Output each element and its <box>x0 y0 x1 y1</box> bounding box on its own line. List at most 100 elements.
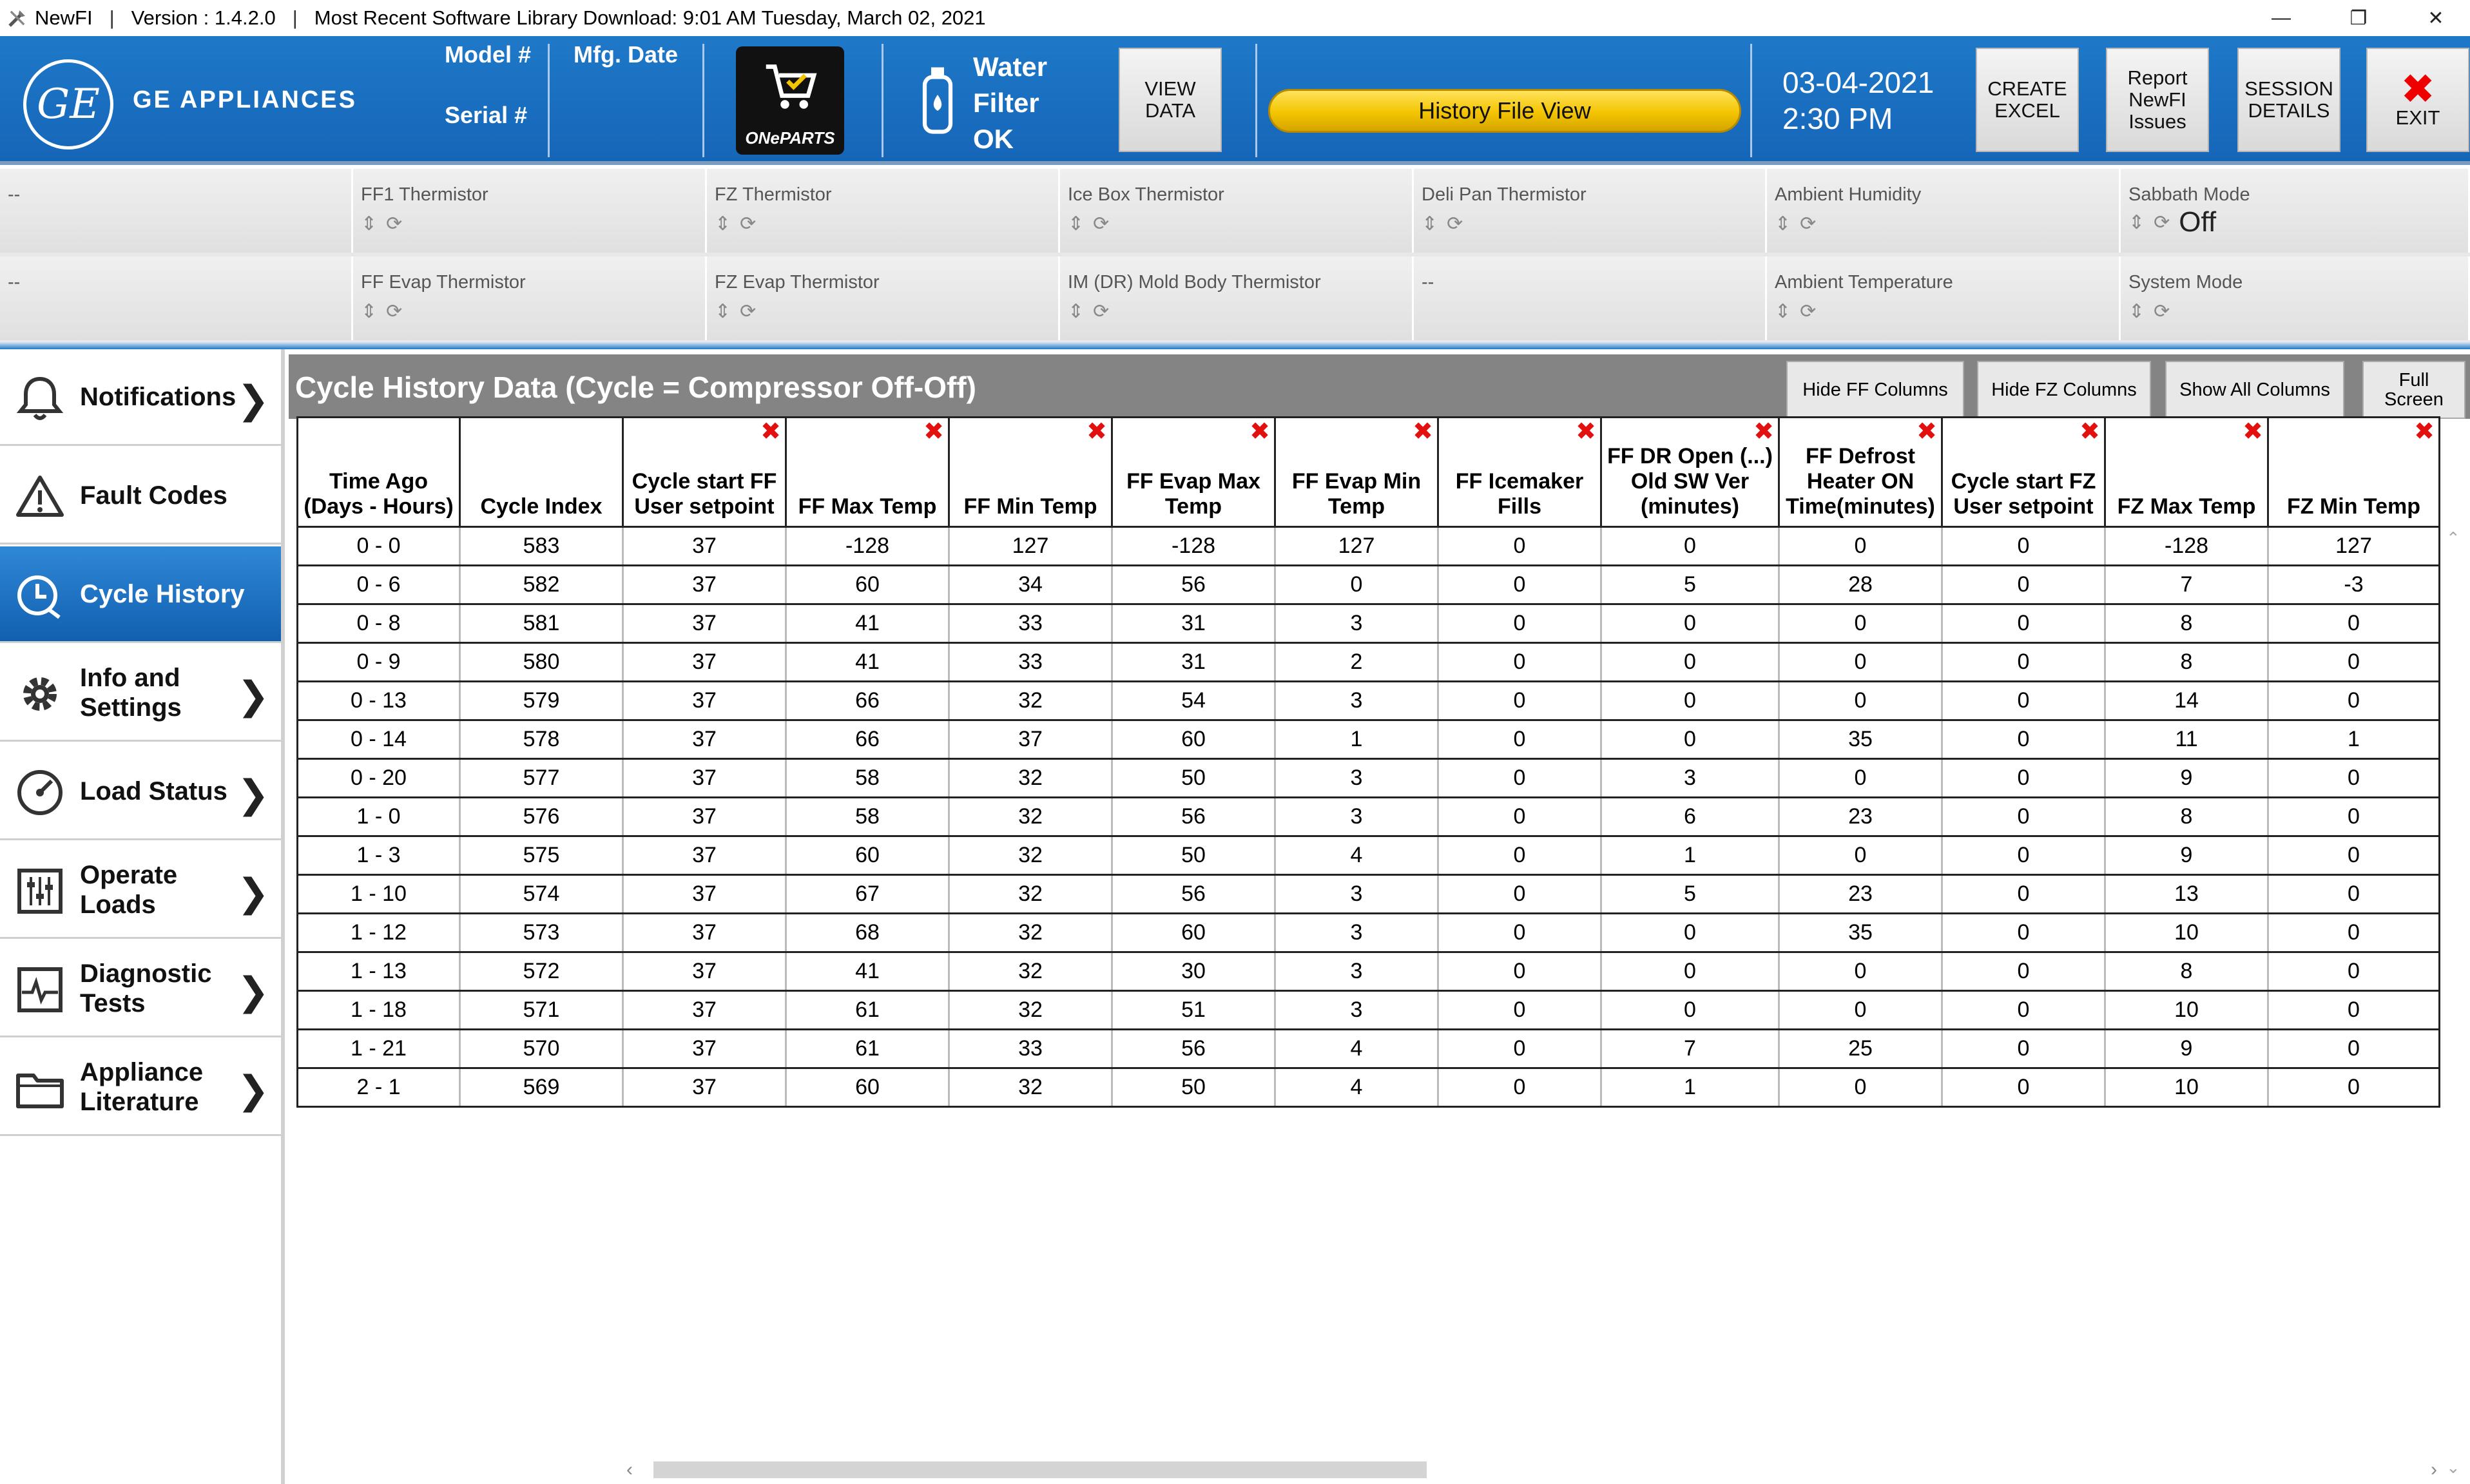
table-cell: 32 <box>948 1067 1113 1108</box>
table-cell: 50 <box>1111 1067 1276 1108</box>
up-down-arrows-icon[interactable]: ⇕ <box>715 213 731 235</box>
remove-column-icon[interactable]: ✖ <box>923 419 944 444</box>
table-cell: 0 - 0 <box>296 526 461 566</box>
table-cell: 3 <box>1274 796 1439 837</box>
sidebar-item-diagnostic-tests[interactable]: Diagnostic Tests ❯ <box>0 941 281 1037</box>
refresh-icon[interactable]: ⟳ <box>1800 213 1816 235</box>
table-cell: 33 <box>948 1028 1113 1069</box>
scroll-up-arrow-icon[interactable]: ⌃ <box>2446 528 2460 548</box>
table-row[interactable]: 1 - 10 574 37 67 32 56 3 0 5 23 0 13 0 <box>296 874 2440 914</box>
table-row[interactable]: 0 - 14 578 37 66 37 60 1 0 0 35 0 11 1 <box>296 719 2440 760</box>
remove-column-icon[interactable]: ✖ <box>2414 419 2435 444</box>
chevron-right-icon: ❯ <box>236 674 269 717</box>
status-cell-system-mode: System Mode ⇕ ⟳ <box>2121 256 2470 340</box>
up-down-arrows-icon[interactable]: ⇕ <box>1422 213 1438 235</box>
remove-column-icon[interactable]: ✖ <box>1249 419 1270 444</box>
remove-column-icon[interactable]: ✖ <box>1576 419 1596 444</box>
table-cell: 34 <box>948 564 1113 605</box>
table-cell: 32 <box>948 758 1113 798</box>
minimize-button[interactable]: — <box>2249 0 2313 36</box>
table-row[interactable]: 1 - 21 570 37 61 33 56 4 0 7 25 0 9 0 <box>296 1028 2440 1069</box>
show-all-columns-button[interactable]: Show All Columns <box>2165 361 2344 419</box>
table-row[interactable]: 2 - 1 569 37 60 32 50 4 0 1 0 0 10 0 <box>296 1067 2440 1108</box>
scroll-right-arrow-icon[interactable]: › <box>2431 1459 2437 1481</box>
up-down-arrows-icon[interactable]: ⇕ <box>2128 211 2145 234</box>
full-screen-button[interactable]: Full Screen <box>2362 361 2465 419</box>
scroll-left-arrow-icon[interactable]: ‹ <box>626 1459 633 1481</box>
remove-column-icon[interactable]: ✖ <box>2079 419 2100 444</box>
table-cell: 23 <box>1778 796 1943 837</box>
up-down-arrows-icon[interactable]: ⇕ <box>361 300 377 323</box>
table-row[interactable]: 1 - 18 571 37 61 32 51 3 0 0 0 0 10 0 <box>296 990 2440 1030</box>
view-data-button[interactable]: VIEW DATA <box>1119 48 1222 152</box>
refresh-icon[interactable]: ⟳ <box>1447 213 1463 235</box>
scroll-down-arrow-icon[interactable]: ⌄ <box>2446 1458 2460 1478</box>
table-cell: 0 <box>1941 990 2106 1030</box>
up-down-arrows-icon[interactable]: ⇕ <box>715 300 731 323</box>
hide-fz-columns-button[interactable]: Hide FZ Columns <box>1977 361 2151 419</box>
sidebar-item-load-status[interactable]: Load Status ❯ <box>0 744 281 840</box>
up-down-arrows-icon[interactable]: ⇕ <box>1775 300 1791 323</box>
table-row[interactable]: 1 - 13 572 37 41 32 30 3 0 0 0 0 8 0 <box>296 951 2440 992</box>
table-cell: 0 <box>2267 642 2440 682</box>
refresh-icon[interactable]: ⟳ <box>2154 211 2170 234</box>
refresh-icon[interactable]: ⟳ <box>386 300 402 323</box>
refresh-icon[interactable]: ⟳ <box>386 213 402 235</box>
refresh-icon[interactable]: ⟳ <box>740 213 756 235</box>
status-cell-fz-evap-thermistor: FZ Evap Thermistor ⇕ ⟳ <box>707 256 1060 340</box>
scrollbar-thumb[interactable] <box>653 1461 1427 1478</box>
sidebar-item-appliance-literature[interactable]: Appliance Literature ❯ <box>0 1039 281 1136</box>
table-cell: 0 <box>1778 680 1943 721</box>
table-cell: 37 <box>622 990 787 1030</box>
status-cell-ambient-humidity: Ambient Humidity ⇕ ⟳ <box>1767 169 2121 253</box>
table-row[interactable]: 0 - 20 577 37 58 32 50 3 0 3 0 0 9 0 <box>296 758 2440 798</box>
table-row[interactable]: 1 - 3 575 37 60 32 50 4 0 1 0 0 9 0 <box>296 835 2440 876</box>
up-down-arrows-icon[interactable]: ⇕ <box>2128 300 2145 323</box>
report-issues-button[interactable]: Report NewFI Issues <box>2106 48 2209 152</box>
table-cell: 4 <box>1274 1028 1439 1069</box>
table-cell: 37 <box>622 1067 787 1108</box>
remove-column-icon[interactable]: ✖ <box>760 419 781 444</box>
remove-column-icon[interactable]: ✖ <box>2243 419 2263 444</box>
up-down-arrows-icon[interactable]: ⇕ <box>1775 213 1791 235</box>
remove-column-icon[interactable]: ✖ <box>1916 419 1937 444</box>
table-cell: 61 <box>785 990 950 1030</box>
remove-column-icon[interactable]: ✖ <box>1086 419 1107 444</box>
refresh-icon[interactable]: ⟳ <box>740 300 756 323</box>
exit-button[interactable]: ✖ EXIT <box>2366 48 2469 152</box>
bell-icon <box>16 376 64 420</box>
table-row[interactable]: 0 - 6 582 37 60 34 56 0 0 5 28 0 7 -3 <box>296 564 2440 605</box>
close-window-button[interactable]: ✕ <box>2404 0 2468 36</box>
table-row[interactable]: 0 - 8 581 37 41 33 31 3 0 0 0 0 8 0 <box>296 603 2440 644</box>
up-down-arrows-icon[interactable]: ⇕ <box>1068 300 1084 323</box>
main-content: Cycle History Data (Cycle = Compressor O… <box>289 349 2470 1484</box>
session-details-button[interactable]: SESSION DETAILS <box>2237 48 2340 152</box>
hide-ff-columns-button[interactable]: Hide FF Columns <box>1786 361 1964 419</box>
remove-column-icon[interactable]: ✖ <box>1753 419 1774 444</box>
sidebar-item-operate-loads[interactable]: Operate Loads ❯ <box>0 842 281 939</box>
sidebar-item-cycle-history[interactable]: Cycle History <box>0 546 281 643</box>
table-row[interactable]: 1 - 0 576 37 58 32 56 3 0 6 23 0 8 0 <box>296 796 2440 837</box>
sidebar-item-fault-codes[interactable]: Fault Codes <box>0 448 281 544</box>
remove-column-icon[interactable]: ✖ <box>1413 419 1433 444</box>
table-cell: 1 - 21 <box>296 1028 461 1069</box>
create-excel-button[interactable]: CREATE EXCEL <box>1976 48 2079 152</box>
refresh-icon[interactable]: ⟳ <box>1093 300 1109 323</box>
history-file-view-button[interactable]: History File View <box>1268 89 1741 133</box>
up-down-arrows-icon[interactable]: ⇕ <box>1068 213 1084 235</box>
up-down-arrows-icon[interactable]: ⇕ <box>361 213 377 235</box>
refresh-icon[interactable]: ⟳ <box>1093 213 1109 235</box>
table-row[interactable]: 0 - 0 583 37 -128 127 -128 127 0 0 0 0 -128 127 <box>296 526 2440 566</box>
table-row[interactable]: 0 - 13 579 37 66 32 54 3 0 0 0 0 14 0 <box>296 680 2440 721</box>
table-row[interactable]: 1 - 12 573 37 68 32 60 3 0 0 35 0 10 0 <box>296 912 2440 953</box>
restore-button[interactable]: ❐ <box>2326 0 2391 36</box>
oneparts-button[interactable]: ONePARTS <box>736 46 844 155</box>
table-cell: 50 <box>1111 835 1276 876</box>
horizontal-scrollbar[interactable]: ‹ › <box>622 1459 2446 1481</box>
sidebar-item-notifications[interactable]: Notifications ❯ <box>0 349 281 446</box>
refresh-icon[interactable]: ⟳ <box>2154 300 2170 323</box>
table-row[interactable]: 0 - 9 580 37 41 33 31 2 0 0 0 0 8 0 <box>296 642 2440 682</box>
refresh-icon[interactable]: ⟳ <box>1800 300 1816 323</box>
sidebar-item-info-settings[interactable]: Info and Settings ❯ <box>0 645 281 742</box>
table-cell: 60 <box>785 564 950 605</box>
